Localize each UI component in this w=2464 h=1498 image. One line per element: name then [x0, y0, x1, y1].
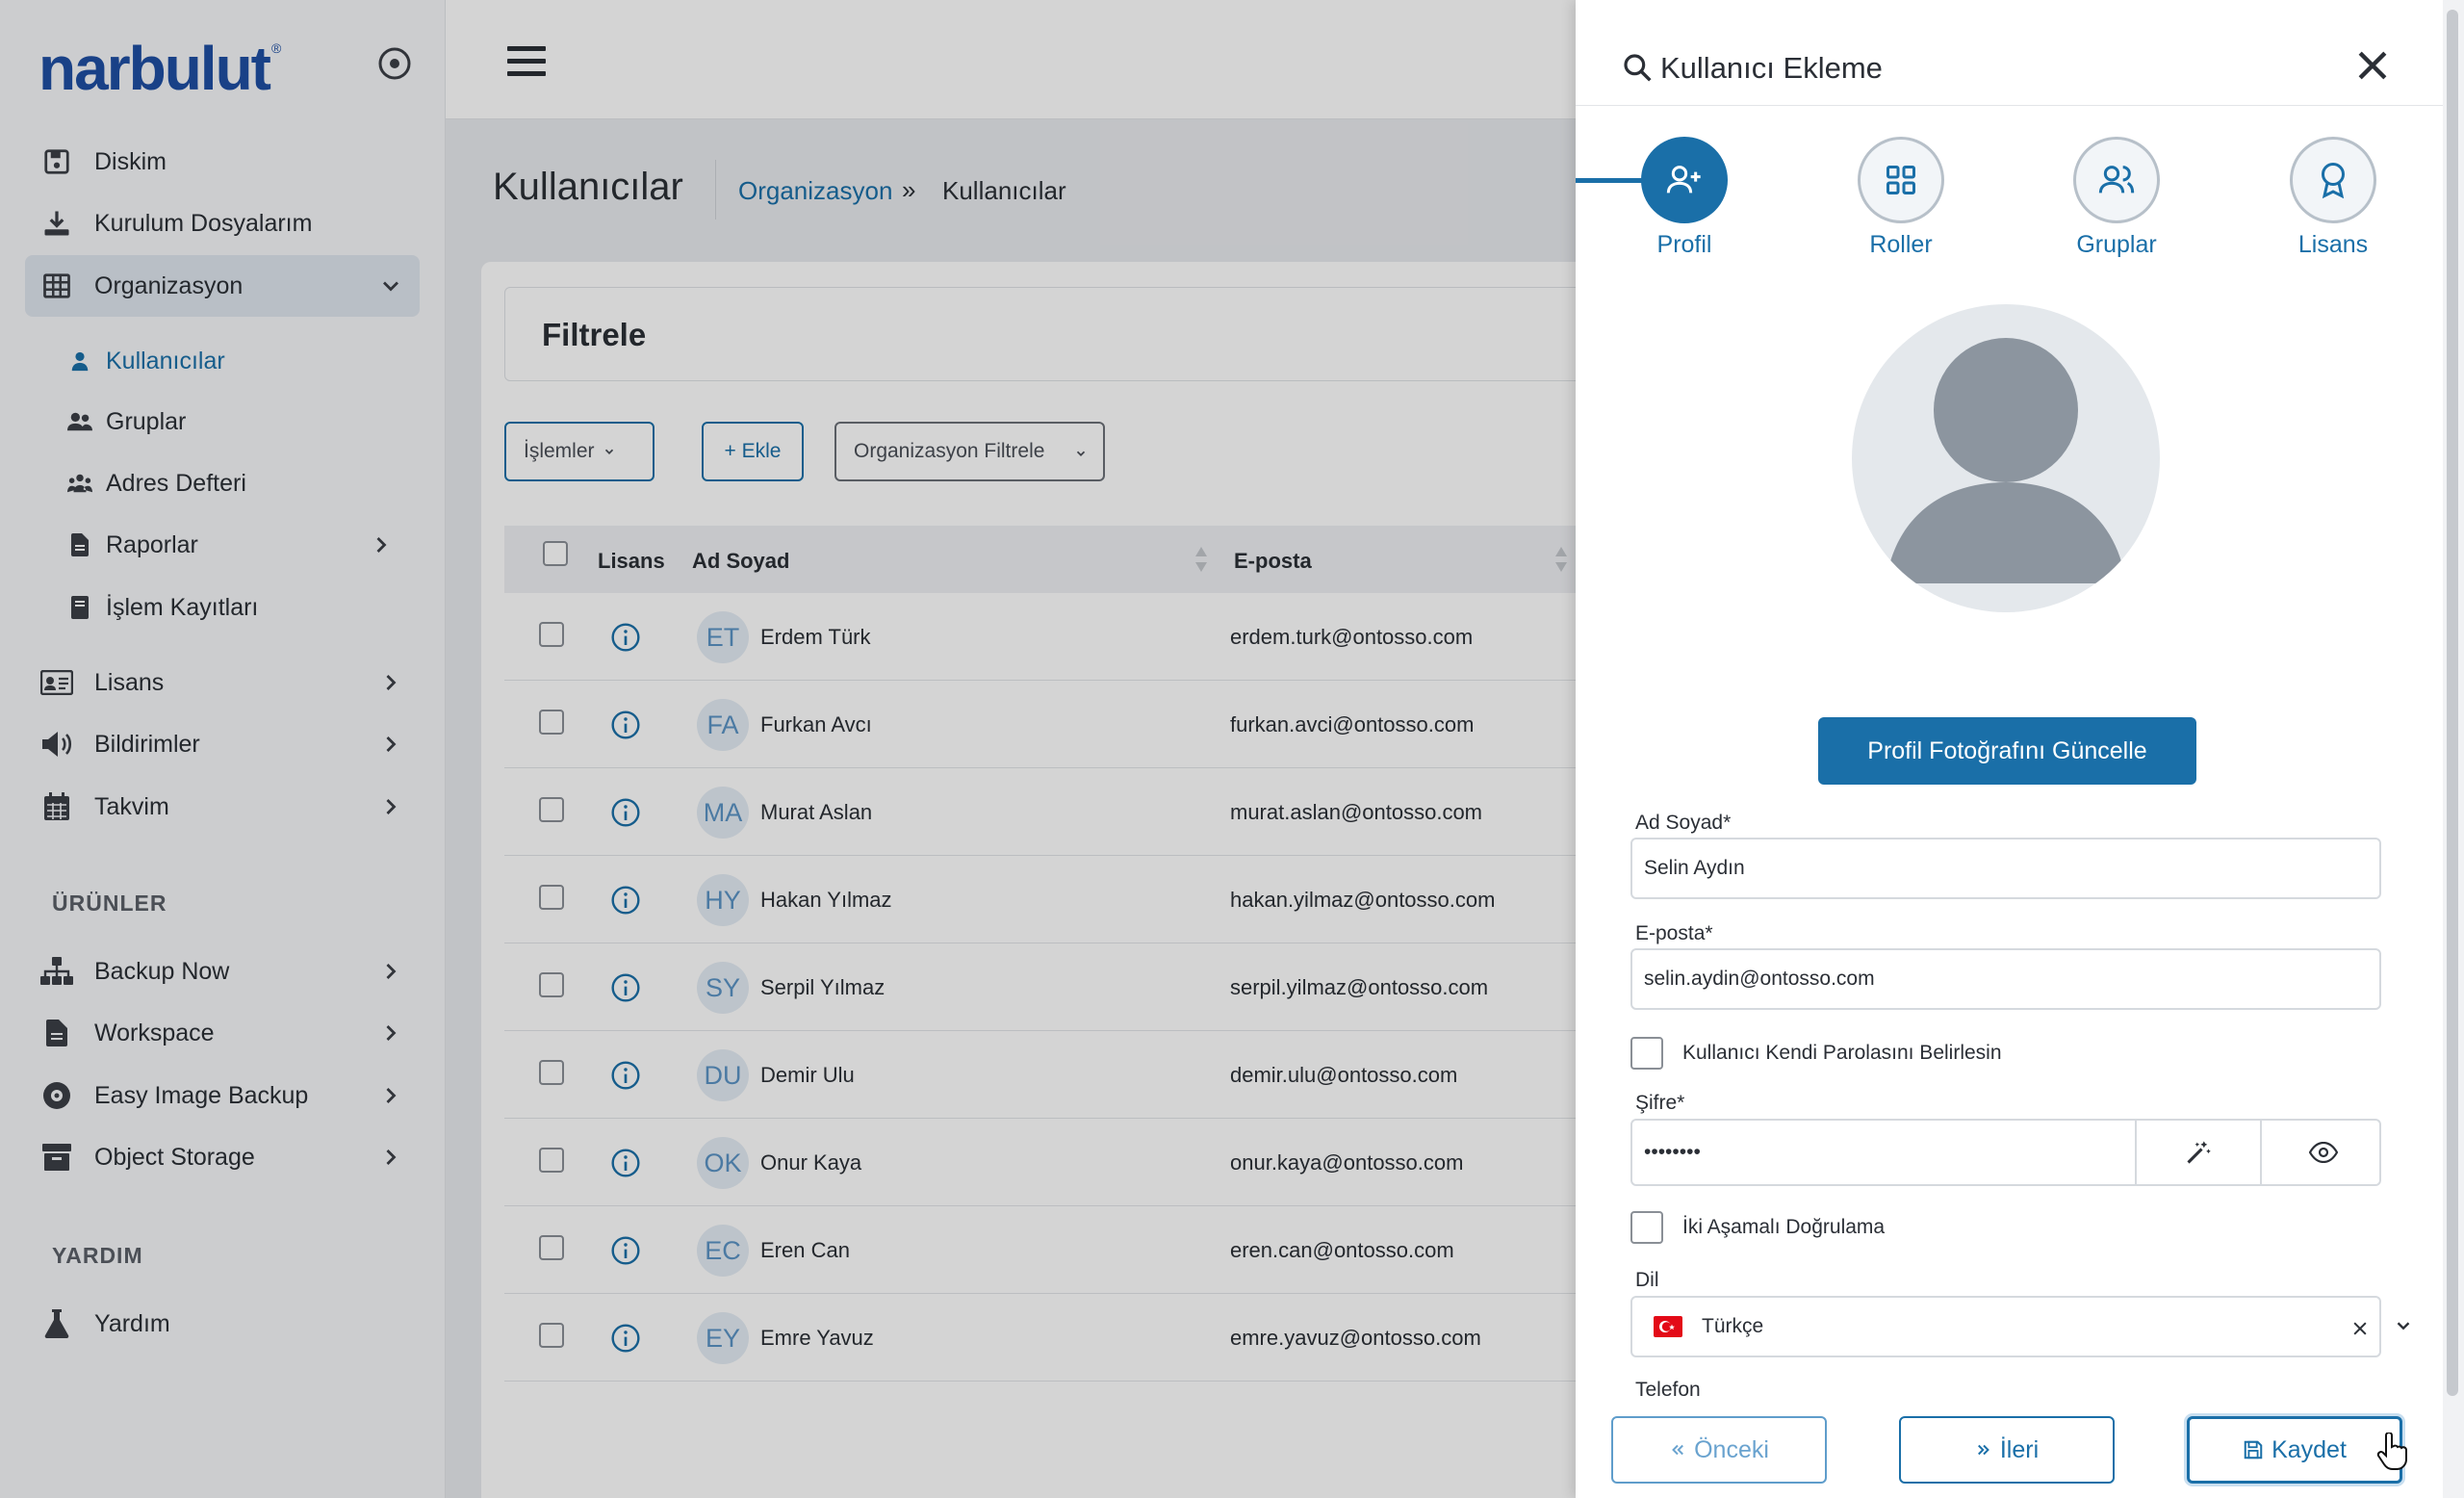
users-icon [2097, 161, 2136, 199]
profile-avatar-placeholder [1852, 304, 2160, 612]
toggle-password-visibility-button[interactable] [2260, 1121, 2385, 1184]
previous-label: Önceki [1694, 1435, 1769, 1463]
step-label-roles: Roller [1869, 231, 1933, 258]
clear-icon[interactable] [2350, 1319, 2370, 1338]
turkey-flag-icon [1654, 1316, 1682, 1337]
language-label: Dil [1635, 1269, 1659, 1291]
update-profile-photo-button[interactable]: Profil Fotoğrafını Güncelle [1818, 717, 2196, 785]
chevron-down-icon[interactable] [2393, 1315, 2414, 1336]
eye-icon [2309, 1142, 2338, 1163]
next-label: İleri [1999, 1435, 2040, 1463]
step-label-profile: Profil [1656, 231, 1712, 258]
two-factor-label: İki Aşamalı Doğrulama [1682, 1216, 1886, 1238]
email-value: selin.aydin@ontosso.com [1644, 968, 1875, 990]
modal-overlay[interactable] [0, 0, 1576, 1498]
drawer-header: Kullanıcı Ekleme [1576, 0, 2464, 106]
hand-cursor-icon [2376, 1433, 2409, 1471]
password-value: •••••••• [1644, 1141, 1701, 1163]
floppy-disk-icon [2243, 1439, 2264, 1460]
email-field[interactable]: selin.aydin@ontosso.com [1630, 948, 2381, 1010]
step-label-license: Lisans [2297, 231, 2369, 258]
grid-icon [1884, 163, 1918, 197]
drawer-title: Kullanıcı Ekleme [1660, 51, 1883, 85]
name-field[interactable]: Selin Aydın [1630, 838, 2381, 899]
save-label: Kaydet [2272, 1435, 2347, 1463]
generate-password-button[interactable] [2135, 1121, 2260, 1184]
magic-wand-icon [2185, 1139, 2212, 1166]
name-value: Selin Aydın [1644, 857, 1745, 879]
step-label-groups: Gruplar [2076, 231, 2157, 258]
double-chevron-right-icon [1975, 1441, 1992, 1459]
language-value: Türkçe [1702, 1315, 1764, 1337]
password-label: Şifre* [1635, 1092, 1685, 1114]
language-select[interactable]: Türkçe [1630, 1296, 2410, 1357]
name-label: Ad Soyad* [1635, 812, 1732, 834]
step-roles[interactable] [1858, 137, 1944, 223]
self-password-option[interactable]: Kullanıcı Kendi Parolasını Belirlesin [1630, 1037, 2002, 1070]
next-button[interactable]: İleri [1899, 1416, 2115, 1484]
previous-button[interactable]: Önceki [1611, 1416, 1827, 1484]
stepper-progress-line [1576, 178, 1649, 183]
drawer-scrollbar-thumb[interactable] [2447, 10, 2458, 1396]
search-icon [1622, 52, 1655, 85]
self-password-label: Kullanıcı Kendi Parolasını Belirlesin [1682, 1042, 2002, 1064]
self-password-checkbox[interactable] [1630, 1037, 1663, 1070]
add-user-drawer: Kullanıcı Ekleme Profil Roller Gruplar L… [1576, 0, 2464, 1498]
close-icon[interactable] [2351, 44, 2394, 87]
two-factor-checkbox[interactable] [1630, 1211, 1663, 1244]
email-label: E-posta* [1635, 922, 1713, 944]
award-icon [2316, 161, 2350, 199]
two-factor-option[interactable]: İki Aşamalı Doğrulama [1630, 1211, 1885, 1244]
user-plus-icon [1665, 161, 1704, 199]
step-license[interactable] [2290, 137, 2376, 223]
save-button[interactable]: Kaydet [2187, 1416, 2402, 1484]
step-groups[interactable] [2073, 137, 2160, 223]
step-profile[interactable] [1641, 137, 1728, 223]
double-chevron-left-icon [1669, 1441, 1686, 1459]
